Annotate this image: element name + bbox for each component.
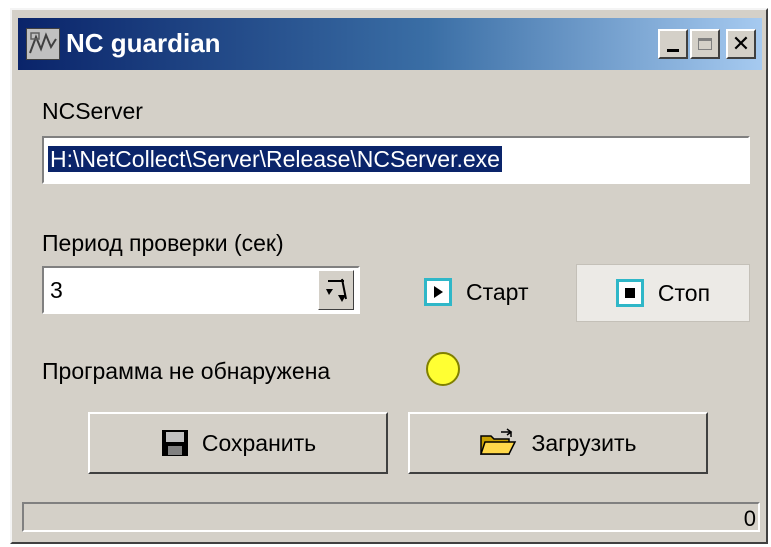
maximize-icon — [698, 38, 712, 50]
status-indicator — [426, 352, 460, 386]
stop-label: Стоп — [657, 279, 711, 306]
period-value: 3 — [50, 277, 63, 303]
server-path-text: H:\NetCollect\Server\Release\NCServer.ex… — [48, 146, 502, 172]
period-label: Период проверки (сек) — [42, 230, 284, 256]
spin-icon — [326, 278, 347, 302]
minimize-button[interactable] — [658, 29, 688, 59]
play-icon — [424, 278, 452, 306]
start-label: Старт — [466, 278, 529, 305]
start-button[interactable]: Старт — [424, 272, 529, 312]
minimize-icon — [667, 48, 679, 52]
floppy-disk-icon — [161, 430, 188, 456]
title-bar[interactable]: NC guardian ✕ — [18, 18, 762, 70]
period-input[interactable]: 3 — [42, 266, 360, 314]
status-bar: 0 — [22, 502, 760, 532]
server-path-input[interactable]: H:\NetCollect\Server\Release\NCServer.ex… — [42, 136, 750, 184]
status-text: Программа не обнаружена — [42, 358, 331, 384]
period-spin-button[interactable] — [318, 270, 354, 310]
server-label: NCServer — [42, 98, 143, 124]
save-label: Сохранить — [201, 429, 317, 456]
load-label: Загрузить — [531, 429, 637, 456]
main-window: NC guardian ✕ NCServer H:\NetCollect\Ser… — [10, 8, 768, 544]
maximize-button[interactable] — [690, 29, 720, 59]
app-icon[interactable] — [26, 28, 60, 60]
save-button[interactable]: Сохранить — [88, 412, 388, 474]
close-button[interactable]: ✕ — [726, 29, 756, 59]
stop-button[interactable]: Стоп — [576, 264, 750, 322]
window-title: NC guardian — [66, 28, 221, 58]
load-button[interactable]: Загрузить — [408, 412, 708, 474]
open-folder-icon — [480, 428, 517, 455]
close-icon: ✕ — [731, 31, 751, 56]
stop-icon — [615, 279, 644, 307]
statusbar-count: 0 — [743, 506, 756, 531]
